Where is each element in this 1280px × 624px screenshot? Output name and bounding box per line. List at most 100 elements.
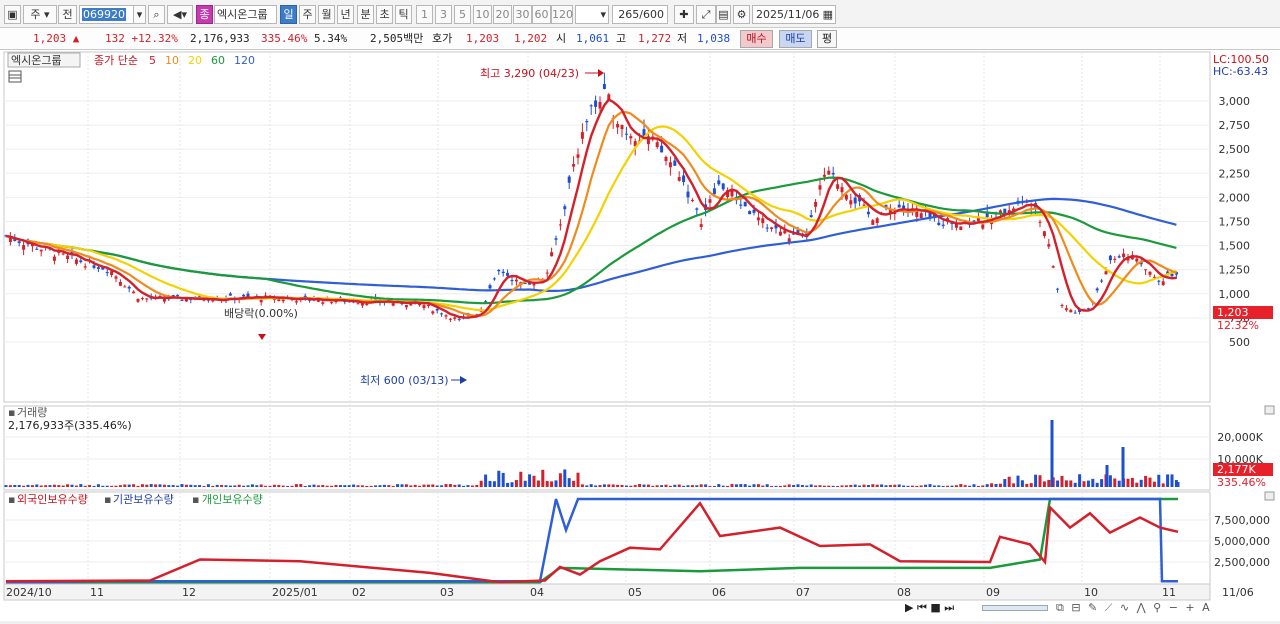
prev-button[interactable]: 전 (58, 5, 77, 24)
speaker-icon[interactable]: ◀▾ (167, 5, 193, 24)
candle-body (844, 194, 848, 200)
num-30[interactable]: 30 (513, 5, 532, 24)
candle-body (594, 100, 598, 107)
volume-bar (268, 485, 272, 487)
sell-button[interactable]: 매도 (779, 30, 812, 48)
candle-body (96, 267, 100, 269)
ma-period-label: 10 (165, 54, 179, 67)
volume-bar (325, 485, 329, 487)
num-120[interactable]: 120 (551, 5, 573, 24)
split-icon[interactable]: ⊟ (1071, 601, 1082, 614)
candle-body (937, 222, 941, 226)
num-3[interactable]: 3 (435, 5, 452, 24)
save-icon[interactable]: ▤ (716, 5, 731, 24)
volume-bar (52, 484, 56, 487)
wave-icon[interactable]: ∿ (1120, 601, 1131, 614)
table-icon[interactable] (8, 70, 22, 83)
search-icon[interactable]: ⌕ (148, 5, 165, 24)
volume-bar (994, 483, 998, 487)
volume-panel-frame (3, 405, 1211, 491)
legend-individual: 개인보유수량 (202, 493, 263, 506)
volume-bar (356, 485, 360, 487)
interval-minute[interactable]: 분 (357, 5, 374, 24)
high-annotation: 최고 3,290 (04/23) (480, 67, 579, 80)
num-60[interactable]: 60 (532, 5, 551, 24)
interval-month[interactable]: 월 (318, 5, 335, 24)
holding-panel-close-icon[interactable] (1264, 491, 1275, 501)
layout-icon[interactable]: ▣ (4, 5, 21, 24)
candle-body (721, 183, 725, 190)
candle-body (624, 133, 628, 135)
scroll-slider[interactable] (982, 605, 1048, 611)
draw-icon[interactable]: ✎ (1088, 601, 1099, 614)
interval-second[interactable]: 초 (376, 5, 393, 24)
scroll-last-icon[interactable]: ⏭ (944, 601, 954, 614)
copy-icon[interactable]: ⧉ (1056, 601, 1066, 614)
gear-icon[interactable]: ⚙ (733, 5, 750, 24)
volume-bar (1095, 482, 1099, 487)
high-label: 고 (616, 32, 627, 45)
candle-body (440, 313, 444, 315)
candle-body (1108, 255, 1112, 261)
interval-day[interactable]: 일 (280, 5, 297, 24)
ma-period-label: 60 (211, 54, 225, 67)
scroll-first-icon[interactable]: ⏮ (917, 601, 927, 614)
candle-body (818, 185, 822, 190)
candle-body (492, 278, 496, 280)
evaluate-button[interactable]: 평 (817, 30, 837, 48)
volume-bar (1135, 482, 1139, 487)
volume-bar (554, 480, 558, 487)
volume-panel-close-icon[interactable] (1264, 405, 1275, 415)
volume-bar (140, 484, 144, 487)
bar-count-field[interactable]: 265/600 (612, 5, 668, 24)
volume-bar (277, 485, 281, 487)
volume-bar (378, 485, 382, 487)
trend-icon[interactable]: ⟋ (1105, 601, 1115, 614)
candle-body (849, 200, 853, 205)
custom-period-select[interactable]: ▾ (575, 5, 609, 24)
zoom-out-icon[interactable]: − (1169, 601, 1180, 614)
period-type-select[interactable]: 주 ▾ (23, 5, 57, 24)
volume-bar (61, 485, 65, 487)
volume-bar (347, 485, 351, 487)
volume-bar (206, 484, 210, 487)
volume-bar (818, 485, 822, 487)
code-dropdown-icon[interactable]: ▾ (133, 5, 146, 24)
interval-year[interactable]: 년 (337, 5, 354, 24)
x-axis-label: 04 (530, 586, 544, 599)
buy-button[interactable]: 매수 (740, 30, 773, 48)
volume-panel-handle[interactable]: ▪ (8, 406, 15, 419)
candle-body (1051, 266, 1055, 268)
volume-bar (611, 484, 615, 487)
num-10[interactable]: 10 (473, 5, 492, 24)
num-20[interactable]: 20 (493, 5, 512, 24)
date-field[interactable]: 2025/11/06 ▦ (752, 5, 836, 24)
interval-tick[interactable]: 틱 (395, 5, 412, 24)
num-5[interactable]: 5 (454, 5, 471, 24)
volume-bar (391, 485, 395, 487)
crosshair-icon[interactable]: ✚ (674, 5, 694, 24)
scroll-right-icon[interactable]: ▶ (905, 601, 913, 614)
num-1[interactable]: 1 (416, 5, 433, 24)
holding-panel-handle[interactable]: ▪ (8, 493, 15, 506)
zoom-icon[interactable]: ⚲ (1153, 601, 1163, 614)
volume-bar (259, 484, 263, 487)
indicator-icon[interactable]: ⤢ (696, 5, 716, 24)
interval-week[interactable]: 주 (299, 5, 316, 24)
calendar-icon[interactable]: ▦ (823, 6, 833, 23)
volume-bar (607, 484, 611, 487)
volume-bar (1144, 475, 1148, 487)
candle-body (1135, 258, 1139, 262)
volume-bar (171, 485, 175, 487)
font-size-icon[interactable]: A (1202, 601, 1212, 614)
candle-body (1042, 231, 1046, 237)
volume-bar (668, 485, 672, 487)
volume-bar (910, 485, 914, 487)
candle-body (827, 170, 831, 175)
zoom-in-icon[interactable]: + (1185, 601, 1196, 614)
scroll-stop-icon[interactable]: ■ (930, 601, 940, 614)
volume-bar (875, 484, 879, 487)
volume-bar (774, 485, 778, 487)
x-axis-label: 11 (90, 586, 104, 599)
fib-icon[interactable]: ⋀ (1137, 601, 1148, 614)
